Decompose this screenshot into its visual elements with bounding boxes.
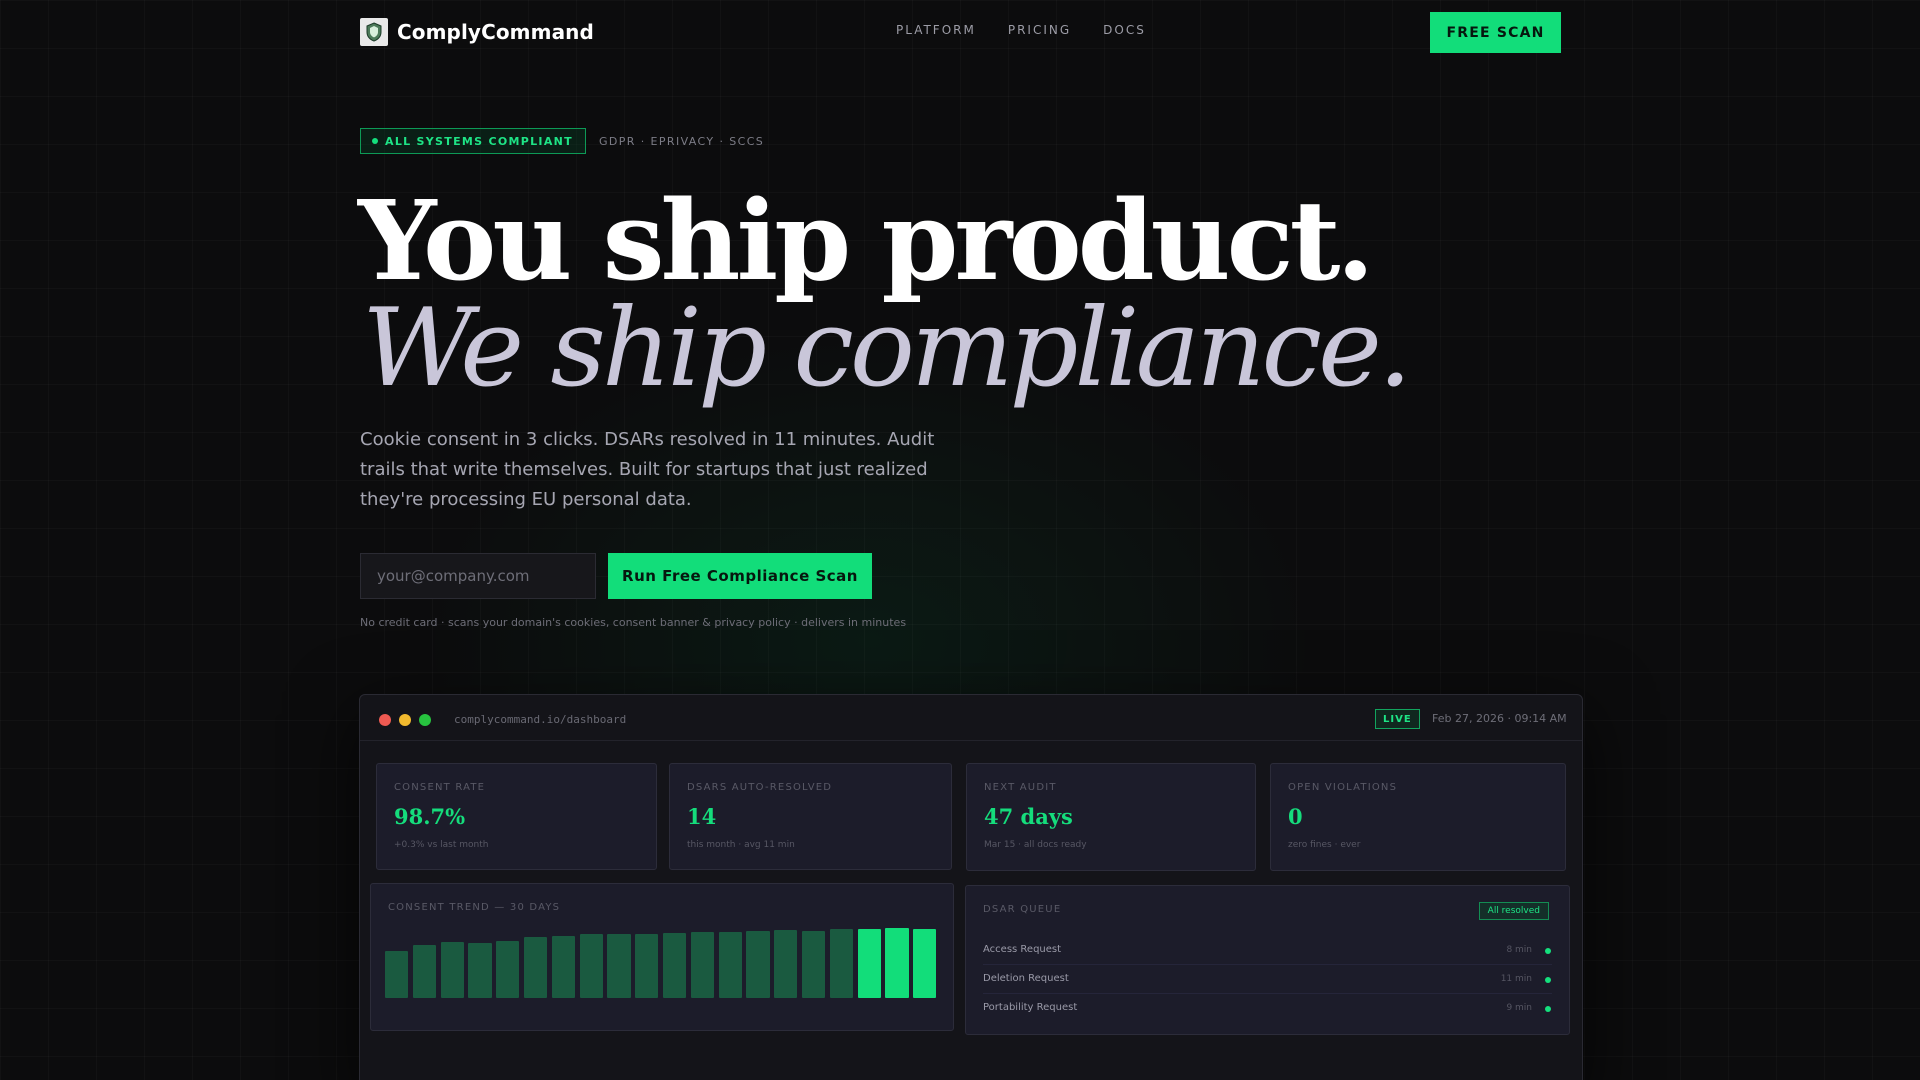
trend-bar bbox=[551, 935, 575, 998]
trend-bar bbox=[579, 934, 603, 998]
stat-value: 98.7% bbox=[394, 804, 466, 829]
queue-row-time: 11 min bbox=[1500, 974, 1532, 984]
dashboard-date: Feb 27, 2026 · 09:14 AM bbox=[1432, 712, 1567, 725]
queue-row-access[interactable]: Access Request 8 min bbox=[983, 936, 1552, 965]
queue-row-time: 8 min bbox=[1506, 945, 1532, 955]
resolved-dot-icon bbox=[1545, 948, 1551, 954]
trend-bar bbox=[829, 929, 853, 998]
queue-row-portability[interactable]: Portability Request 9 min bbox=[983, 994, 1552, 1023]
trend-bar bbox=[690, 932, 714, 998]
brand-logo[interactable]: ComplyCommand bbox=[360, 18, 594, 46]
trend-bar bbox=[802, 930, 826, 998]
queue-row-label: Portability Request bbox=[983, 1002, 1078, 1013]
queue-row-label: Access Request bbox=[983, 944, 1062, 955]
window-minimize-icon[interactable] bbox=[399, 714, 411, 726]
nav-link-docs[interactable]: DOCS bbox=[1103, 23, 1146, 37]
stat-card-next-audit[interactable]: NEXT AUDIT 47 days Mar 15 · all docs rea… bbox=[966, 763, 1256, 871]
stat-label: DSARS AUTO-RESOLVED bbox=[687, 782, 833, 793]
stat-sub: zero fines · ever bbox=[1288, 840, 1361, 850]
dashboard-titlebar: complycommand.io/dashboard LIVE Feb 27, … bbox=[360, 695, 1582, 741]
shield-icon bbox=[360, 18, 388, 46]
nav-link-platform[interactable]: PLATFORM bbox=[896, 23, 976, 37]
trend-bar bbox=[468, 943, 492, 998]
window-maximize-icon[interactable] bbox=[419, 714, 431, 726]
stat-card-consent-rate[interactable]: CONSENT RATE 98.7% +0.3% vs last month bbox=[376, 763, 657, 870]
stat-card-open-violations[interactable]: OPEN VIOLATIONS 0 zero fines · ever bbox=[1270, 763, 1566, 871]
consent-trend-card: CONSENT TREND — 30 DAYS bbox=[370, 883, 954, 1031]
compliance-badge-row: ALL SYSTEMS COMPLIANT GDPR · EPRIVACY · … bbox=[360, 128, 764, 154]
resolved-dot-icon bbox=[1545, 977, 1551, 983]
trend-bar bbox=[607, 934, 631, 998]
top-nav: ComplyCommand PLATFORM PRICING DOCS FREE… bbox=[0, 0, 1920, 64]
queue-row-time: 9 min bbox=[1506, 1003, 1532, 1013]
trend-bar bbox=[774, 930, 798, 998]
live-badge: LIVE bbox=[1375, 709, 1420, 729]
window-close-icon[interactable] bbox=[379, 714, 391, 726]
trend-bar bbox=[524, 937, 548, 998]
stat-sub: Mar 15 · all docs ready bbox=[984, 840, 1087, 850]
trend-bar bbox=[718, 931, 742, 998]
nav-links: PLATFORM PRICING DOCS bbox=[896, 23, 1146, 37]
headline-secondary: We ship compliance. bbox=[362, 286, 1412, 411]
trend-bar bbox=[857, 928, 881, 998]
stat-label: OPEN VIOLATIONS bbox=[1288, 782, 1398, 793]
stat-value: 47 days bbox=[984, 804, 1073, 829]
trend-bar bbox=[635, 933, 659, 998]
trend-bar bbox=[885, 928, 909, 998]
status-badge: ALL SYSTEMS COMPLIANT bbox=[360, 128, 586, 154]
regulation-tags: GDPR · EPRIVACY · SCCS bbox=[598, 134, 765, 148]
fineprint: No credit card · scans your domain's coo… bbox=[360, 616, 907, 629]
queue-row-deletion[interactable]: Deletion Request 11 min bbox=[983, 965, 1552, 994]
trend-bar bbox=[496, 940, 520, 998]
dashboard-url: complycommand.io/dashboard bbox=[454, 713, 627, 726]
stat-value: 14 bbox=[687, 804, 717, 829]
trend-bar bbox=[440, 942, 464, 998]
free-scan-button[interactable]: FREE SCAN bbox=[1430, 12, 1561, 53]
status-dot-icon bbox=[372, 138, 378, 144]
queue-status-badge: All resolved bbox=[1478, 902, 1549, 920]
dashboard-preview: complycommand.io/dashboard LIVE Feb 27, … bbox=[359, 694, 1583, 1080]
nav-link-pricing[interactable]: PRICING bbox=[1008, 23, 1071, 37]
trend-bar bbox=[663, 932, 687, 998]
run-scan-button[interactable]: Run Free Compliance Scan bbox=[608, 553, 872, 599]
stat-label: CONSENT RATE bbox=[394, 782, 486, 793]
trend-bar bbox=[746, 930, 770, 998]
brand-name: ComplyCommand bbox=[397, 20, 594, 44]
trend-title: CONSENT TREND — 30 DAYS bbox=[388, 902, 561, 913]
hero-subcopy: Cookie consent in 3 clicks. DSARs resolv… bbox=[360, 429, 935, 510]
queue-row-label: Deletion Request bbox=[983, 973, 1069, 984]
stat-value: 0 bbox=[1288, 804, 1303, 829]
dsar-queue-card: DSAR QUEUE All resolved Access Request 8… bbox=[965, 885, 1570, 1035]
stat-sub: this month · avg 11 min bbox=[687, 840, 795, 850]
trend-bar bbox=[412, 944, 436, 998]
trend-bar bbox=[385, 951, 409, 998]
consent-trend-chart bbox=[385, 928, 941, 998]
stat-sub: +0.3% vs last month bbox=[394, 840, 489, 850]
status-badge-text: ALL SYSTEMS COMPLIANT bbox=[385, 134, 573, 148]
resolved-dot-icon bbox=[1545, 1006, 1551, 1012]
email-input[interactable] bbox=[360, 553, 596, 599]
stat-card-dsars[interactable]: DSARS AUTO-RESOLVED 14 this month · avg … bbox=[669, 763, 952, 870]
stat-label: NEXT AUDIT bbox=[984, 782, 1057, 793]
queue-title: DSAR QUEUE bbox=[983, 904, 1062, 915]
trend-bar bbox=[913, 928, 937, 998]
